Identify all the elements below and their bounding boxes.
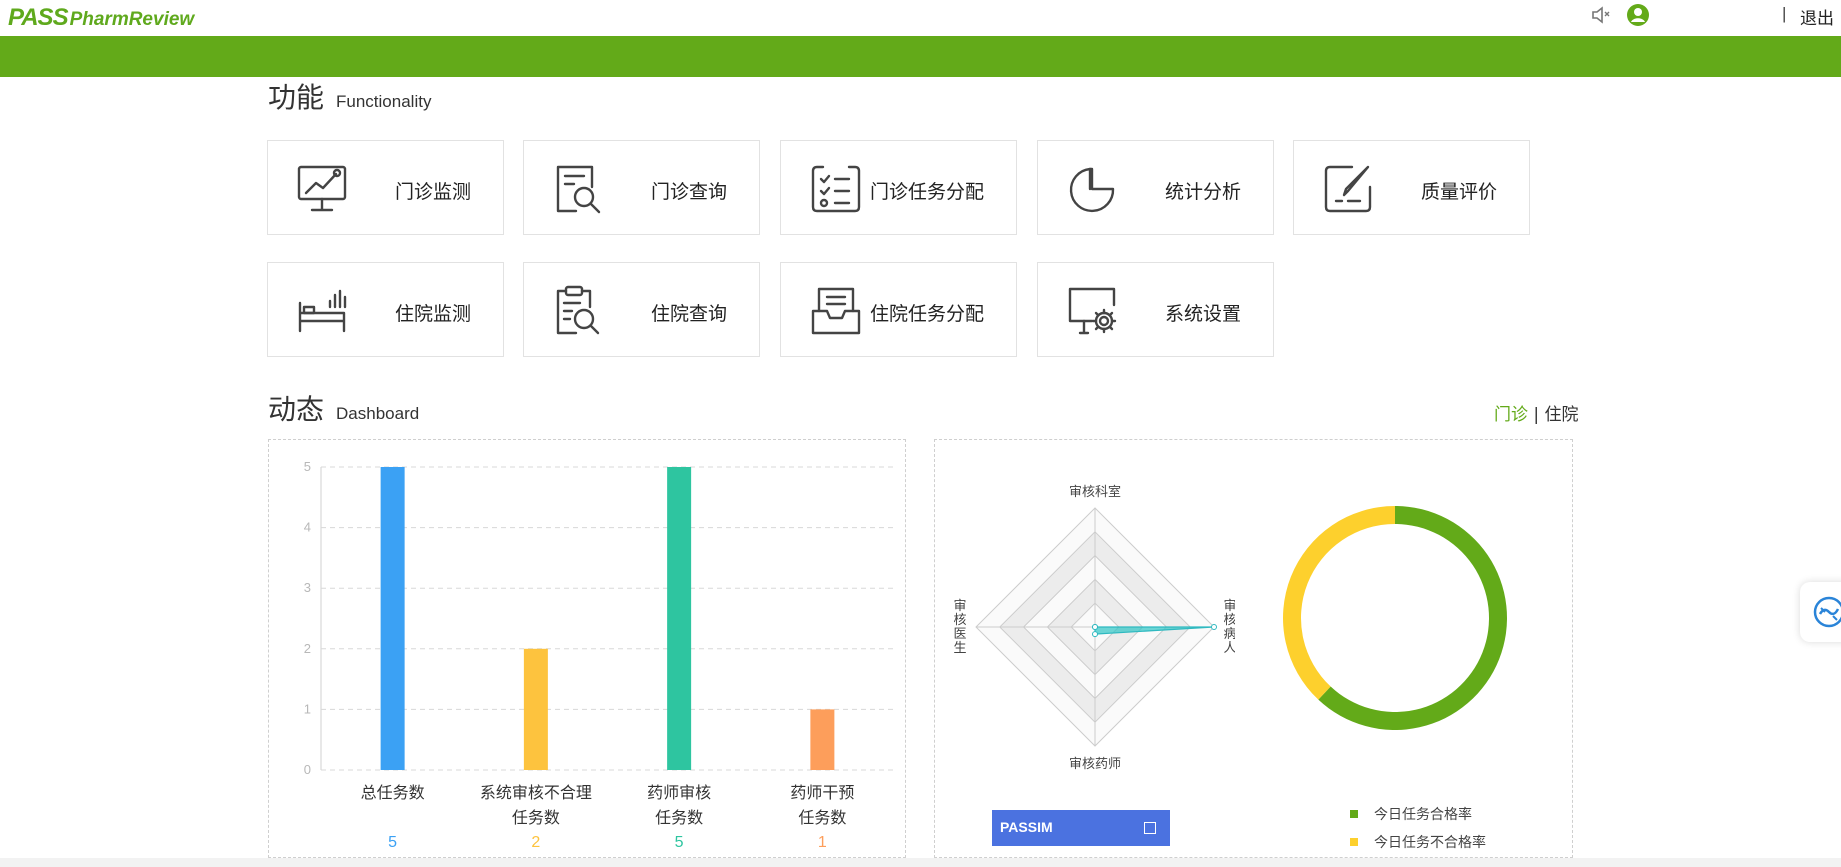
tile-inpatient-monitoring[interactable]: 住院监测 <box>267 262 504 357</box>
tile-label: 门诊查询 <box>650 181 727 203</box>
hospital-bed-icon <box>298 289 347 333</box>
document-search-icon <box>556 165 601 214</box>
passim-widget[interactable]: PASSIM <box>992 810 1170 846</box>
speaker-mute-icon[interactable] <box>1590 4 1612 26</box>
x-category-label: 任务数 <box>512 808 560 827</box>
radar-data-point[interactable] <box>1211 624 1217 630</box>
y-tick-label: 5 <box>304 459 311 474</box>
radar-axis-label: 审核药师 <box>1069 757 1121 772</box>
tile-inpatient-query[interactable]: 住院查询 <box>523 262 760 357</box>
assistant-logo-icon <box>1813 596 1841 628</box>
radar-axis-label: 审核科室 <box>1069 484 1121 500</box>
bar[interactable] <box>667 467 692 770</box>
legend-fail-label: 今日任务不合格率 <box>1374 835 1486 851</box>
x-category-label: 任务数 <box>655 808 703 827</box>
bar-chart-panel: 0 1 2 3 4 5 总任务数 5 系统审核不合理 任务数 2 药师审核 任务数 5 药师干预 任务数 1 <box>268 439 906 858</box>
bar[interactable] <box>810 709 835 770</box>
bar[interactable] <box>523 648 548 770</box>
dashboard-title-en: Dashboard <box>336 404 420 423</box>
tile-label: 门诊任务分配 <box>869 181 984 203</box>
floating-assistant-button[interactable] <box>1800 582 1841 642</box>
toggle-separator: | <box>1533 405 1540 425</box>
legend-pass-label: 今日任务合格率 <box>1374 807 1472 823</box>
tile-statistical-analysis[interactable]: 统计分析 <box>1037 140 1274 235</box>
x-category-label: 药师审核 <box>647 783 711 802</box>
donut-slice[interactable] <box>1283 506 1395 700</box>
nav-bar <box>0 36 1841 77</box>
top-bar: PASS PharmReview | 退出 <box>0 0 1841 36</box>
maximize-icon[interactable] <box>1144 822 1156 834</box>
tile-label: 质量评价 <box>1420 181 1497 203</box>
tile-label: 门诊监测 <box>394 181 471 203</box>
checklist-icon <box>811 165 861 213</box>
functionality-title-en: Functionality <box>336 92 432 111</box>
y-tick-label: 1 <box>304 701 311 716</box>
inbox-tray-icon <box>811 287 861 335</box>
passim-label: PASSIM <box>1000 819 1053 835</box>
bar[interactable] <box>380 467 405 770</box>
logout-button[interactable]: 退出 <box>1800 4 1834 29</box>
tile-inpatient-task-allocation[interactable]: 住院任务分配 <box>780 262 1017 357</box>
bottom-strip <box>0 858 1841 867</box>
app-logo[interactable]: PASS PharmReview <box>8 4 194 32</box>
x-category-label: 总任务数 <box>361 783 425 802</box>
functionality-title: 功能 Functionality <box>268 76 431 116</box>
y-tick-label: 0 <box>304 762 311 777</box>
radar-donut-panel: 审核科室审核药师 审核病人 审核医生 今日任务合格率 今日任务不合格率 <box>934 439 1573 858</box>
bar-value-label: 5 <box>388 834 397 851</box>
legend-pass[interactable]: 今日任务合格率 <box>1350 804 1472 824</box>
clipboard-search-icon <box>556 285 600 335</box>
review-radar-chart: 审核科室审核药师 审核病人 审核医生 <box>953 484 1235 772</box>
logo-pharmreview: PharmReview <box>69 9 195 30</box>
tile-outpatient-query[interactable]: 门诊查询 <box>523 140 760 235</box>
monitor-chart-icon <box>297 165 347 212</box>
toggle-inpatient[interactable]: 住院 <box>1545 405 1579 425</box>
bar-value-label: 5 <box>675 834 684 851</box>
y-tick-label: 2 <box>304 641 311 656</box>
tile-system-settings[interactable]: 系统设置 <box>1037 262 1274 357</box>
bar-value-label: 1 <box>818 834 827 851</box>
radar-data-point[interactable] <box>1092 624 1098 630</box>
y-tick-label: 4 <box>304 520 311 535</box>
toggle-outpatient[interactable]: 门诊 <box>1494 405 1528 425</box>
user-avatar-icon[interactable] <box>1626 3 1650 27</box>
dashboard-title: 动态 Dashboard <box>268 388 419 428</box>
tile-label: 住院监测 <box>394 303 471 325</box>
pie-chart-icon <box>1069 167 1115 213</box>
legend-pass-swatch <box>1350 810 1358 818</box>
radar-axis-label: 审核医生 <box>953 599 966 656</box>
dashboard-title-cn: 动态 <box>268 393 325 426</box>
legend-fail-swatch <box>1350 838 1358 846</box>
radar-axis-label: 审核病人 <box>1223 599 1235 656</box>
bar-value-label: 2 <box>531 834 540 851</box>
tile-outpatient-monitoring[interactable]: 门诊监测 <box>267 140 504 235</box>
y-tick-label: 3 <box>304 580 311 595</box>
tile-outpatient-task-allocation[interactable]: 门诊任务分配 <box>780 140 1017 235</box>
pass-rate-donut-chart <box>1283 506 1507 730</box>
x-category-label: 系统审核不合理 <box>480 783 592 802</box>
x-category-label: 药师干预 <box>790 783 854 802</box>
radar-data-point[interactable] <box>1092 631 1098 638</box>
donut-slice[interactable] <box>1318 506 1507 730</box>
header-separator: | <box>1782 4 1787 23</box>
settings-monitor-icon <box>1068 287 1117 335</box>
tile-label: 系统设置 <box>1164 303 1241 325</box>
tile-label: 住院任务分配 <box>869 303 984 325</box>
x-category-label: 任务数 <box>798 808 846 827</box>
dashboard-toggle: 门诊 | 住院 <box>1494 400 1579 425</box>
logo-pass: PASS <box>8 4 69 31</box>
edit-document-icon <box>1324 165 1372 213</box>
functionality-title-cn: 功能 <box>268 81 325 114</box>
tile-quality-evaluation[interactable]: 质量评价 <box>1293 140 1530 235</box>
legend-fail[interactable]: 今日任务不合格率 <box>1350 832 1486 852</box>
task-bar-chart: 012345总任务数5系统审核不合理任务数2药师审核任务数5药师干预任务数1 <box>304 459 894 851</box>
tile-label: 住院查询 <box>650 303 727 325</box>
tile-label: 统计分析 <box>1164 181 1241 203</box>
